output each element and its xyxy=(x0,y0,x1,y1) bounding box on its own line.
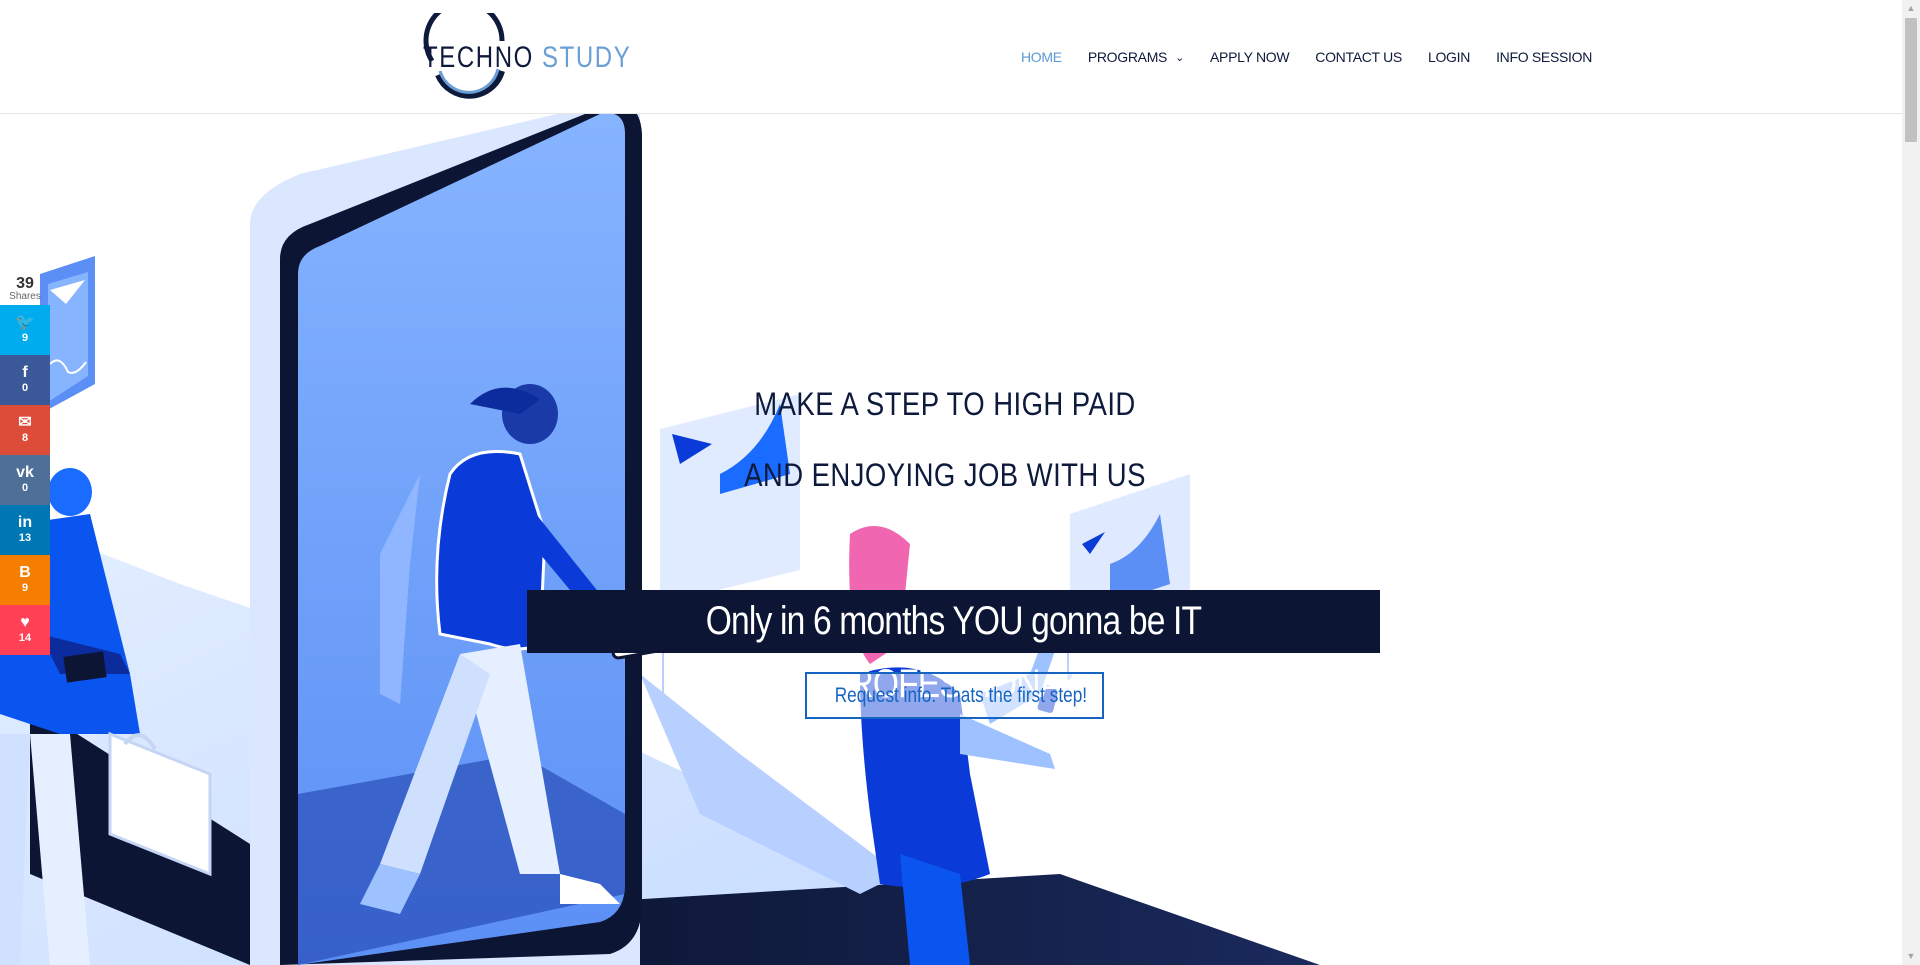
hero-section: MAKE A STEP TO HIGH PAID AND ENJOYING JO… xyxy=(0,114,1902,965)
site-logo[interactable]: TECHNO STUDY xyxy=(420,13,629,101)
share-email-button[interactable]: ✉ 8 xyxy=(0,405,50,455)
linkedin-icon: in xyxy=(17,514,33,531)
vk-icon: vk xyxy=(16,464,34,481)
hero-illustration xyxy=(0,114,1320,965)
share-facebook-count: 0 xyxy=(21,382,29,394)
nav-apply-now[interactable]: APPLY NOW xyxy=(1210,49,1290,65)
share-vk-button[interactable]: vk 0 xyxy=(0,455,50,505)
request-info-button[interactable]: Request info. Thats the first step! xyxy=(805,672,1104,719)
hero-banner: Only in 6 months YOU gonna be IT PROFESS… xyxy=(527,590,1380,706)
scroll-down-arrow-icon[interactable]: ▼ xyxy=(1902,948,1920,965)
share-facebook-button[interactable]: f 0 xyxy=(0,355,50,405)
hero-headline-line1: MAKE A STEP TO HIGH PAID xyxy=(754,386,1136,422)
facebook-icon: f xyxy=(22,364,28,381)
scroll-up-arrow-icon[interactable]: ▲ xyxy=(1902,0,1920,17)
twitter-icon: 🐦 xyxy=(15,314,35,331)
chevron-down-icon: ⌄ xyxy=(1175,52,1185,64)
blogger-icon: B xyxy=(19,564,31,581)
share-blogger-count: 9 xyxy=(21,582,29,594)
page: TECHNO STUDY HOME PROGRAMS ⌄ APPLY NOW CON… xyxy=(0,0,1920,965)
nav-info-session[interactable]: INFO SESSION xyxy=(1496,49,1592,65)
share-linkedin-count: 13 xyxy=(18,532,32,544)
share-total: 39 Shares xyxy=(0,272,50,305)
heart-icon: ♥ xyxy=(20,614,30,631)
scroll-thumb[interactable] xyxy=(1905,18,1917,142)
email-icon: ✉ xyxy=(18,414,32,431)
share-twitter-button[interactable]: 🐦 9 xyxy=(0,305,50,355)
logo-text-techno: TECHNO xyxy=(423,41,534,74)
share-blogger-button[interactable]: B 9 xyxy=(0,555,50,605)
hero-headline-line2: AND ENJOYING JOB WITH US xyxy=(744,457,1146,493)
share-email-count: 8 xyxy=(21,432,29,444)
share-total-count: 39 xyxy=(16,275,34,292)
site-header: TECHNO STUDY HOME PROGRAMS ⌄ APPLY NOW CON… xyxy=(0,0,1902,114)
share-linkedin-button[interactable]: in 13 xyxy=(0,505,50,555)
nav-contact-us[interactable]: CONTACT US xyxy=(1315,49,1402,65)
nav-home[interactable]: HOME xyxy=(1021,49,1062,65)
share-vk-count: 0 xyxy=(21,482,29,494)
nav-programs-label: PROGRAMS xyxy=(1087,49,1168,65)
nav-programs[interactable]: PROGRAMS ⌄ xyxy=(1087,49,1185,65)
request-info-button-label: Request info. Thats the first step! xyxy=(834,684,1088,707)
share-bar: 39 Shares 🐦 9 f 0 ✉ 8 vk 0 in 13 B 9 ♥ 1… xyxy=(0,272,50,655)
share-twitter-count: 9 xyxy=(21,332,29,344)
nav-login[interactable]: LOGIN xyxy=(1428,49,1470,65)
logo-text-study: STUDY xyxy=(541,41,632,74)
share-love-count: 14 xyxy=(18,632,32,644)
share-love-button[interactable]: ♥ 14 xyxy=(0,605,50,655)
page-scrollbar[interactable]: ▲ ▼ xyxy=(1902,0,1920,965)
main-nav: HOME PROGRAMS ⌄ APPLY NOW CONTACT US LOGI… xyxy=(1021,47,1618,67)
share-total-label: Shares xyxy=(9,291,41,302)
